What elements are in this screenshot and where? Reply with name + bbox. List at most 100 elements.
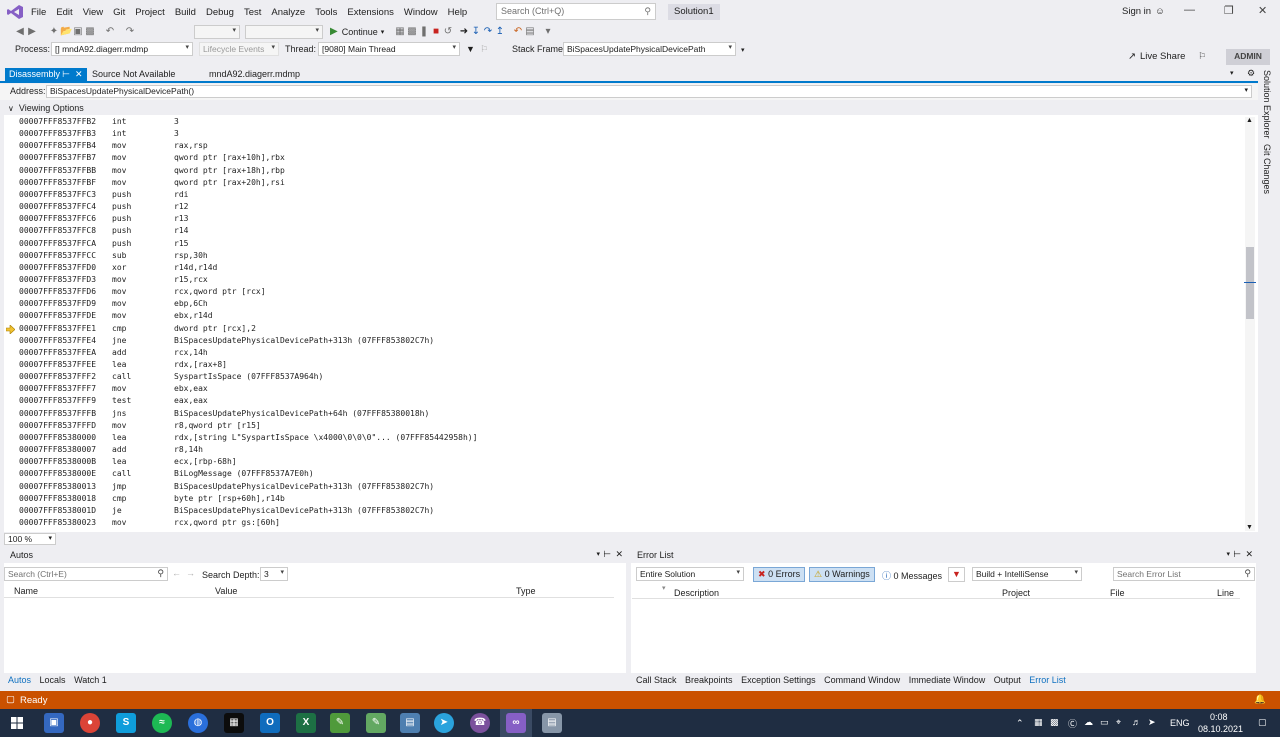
tab-source-not-available[interactable]: Source Not Available [88,68,179,82]
menu-debug[interactable]: Debug [201,7,239,18]
tab-immediate-window[interactable]: Immediate Window [909,675,986,685]
save-icon[interactable]: ▣ [72,26,84,37]
toolbar-overflow-icon[interactable]: ▾ [741,46,745,54]
photos-icon[interactable]: ▤ [400,713,420,733]
tray-expand-icon[interactable]: ⌃ [1016,718,1024,729]
menu-git[interactable]: Git [108,7,130,18]
viewing-options-toggle[interactable]: ∨ Viewing Options [8,103,84,113]
gear-icon[interactable]: ⚙ [1247,68,1255,79]
folder-icon[interactable]: ▦ [394,26,406,37]
errors-filter-button[interactable]: ✖ 0 Errors [753,567,806,582]
tab-error-list[interactable]: Error List [1029,675,1066,685]
network-app-icon[interactable]: ▤ [542,713,562,733]
menu-build[interactable]: Build [170,7,201,18]
disassembly-line[interactable]: 00007FFF8537FFF2 call SyspartIsSpace (07FF… [4,371,1244,383]
tab-command-window[interactable]: Command Window [824,675,900,685]
solution-configuration-dropdown[interactable]: ▾ [194,25,240,39]
new-project-icon[interactable]: ✦ [48,26,60,37]
arrow-right-icon[interactable]: → [186,568,195,578]
open-file-icon[interactable]: 📂 [60,26,72,37]
panel-close-icon[interactable]: ✕ [615,549,623,560]
tab-output[interactable]: Output [994,675,1021,685]
disassembly-line[interactable]: 00007FFF8537FFEA add rcx,14h [4,347,1244,359]
menu-tools[interactable]: Tools [310,7,342,18]
screenshot-icon[interactable]: ▩ [406,26,418,37]
menu-view[interactable]: View [78,7,108,18]
menu-window[interactable]: Window [399,7,443,18]
outlook-icon[interactable]: O [260,713,280,733]
scrollbar-thumb[interactable] [1246,247,1254,319]
menu-help[interactable]: Help [443,7,473,18]
disassembly-line[interactable]: 00007FFF8537FFC3 push rdi [4,189,1244,201]
search-depth-dropdown[interactable]: 3 ▾ [260,567,288,581]
disassembly-line[interactable]: 00007FFF8537FFBB mov qword ptr [rax+18h],r… [4,165,1244,177]
disassembly-line[interactable]: 00007FFF8537FFC6 push r13 [4,213,1244,225]
continue-button[interactable]: ▶ Continue ▾ [330,26,384,37]
step-into-icon[interactable]: ↧ [470,26,482,37]
disassembly-line[interactable]: 00007FFF8537FFF9 test eax,eax [4,395,1244,407]
terminal-icon[interactable]: ▦ [224,713,244,733]
build-filter-dropdown[interactable]: Build + IntelliSense ▾ [972,567,1082,581]
autos-search-input[interactable]: Search (Ctrl+E) ⚲ [4,567,168,581]
side-tab-solution-explorer[interactable]: Solution Explorer [1262,70,1272,139]
disassembly-line[interactable]: 00007FFF8537FFDE mov ebx,r14d [4,310,1244,322]
disassembly-line[interactable]: 00007FFF8537FFBF mov qword ptr [rax+20h],r… [4,177,1244,189]
pin-icon[interactable]: ⊢ [603,549,611,560]
column-name[interactable]: Name [14,586,38,596]
volume-icon[interactable]: ♬ [1132,717,1141,727]
tab-dump-file[interactable]: mndA92.diagerr.mdmp [205,68,304,82]
disassembly-line[interactable]: 00007FFF8537FFD0 xor r14d,r14d [4,262,1244,274]
disassembly-line[interactable]: 00007FFF8537FFCA push r15 [4,238,1244,250]
column-file[interactable]: File [1110,588,1125,598]
menu-extensions[interactable]: Extensions [342,7,398,18]
tab-exception-settings[interactable]: Exception Settings [741,675,816,685]
tray-grid-icon[interactable]: ▩ [1050,717,1059,728]
disassembly-line[interactable]: 00007FFF8537FFD3 mov r15,rcx [4,274,1244,286]
battery-icon[interactable]: ▭ [1100,717,1109,728]
toolbar-overflow-icon[interactable]: ▾ [542,26,554,37]
disassembly-line[interactable]: 00007FFF8538000B lea ecx,[rbp-68h] [4,456,1244,468]
browser-icon[interactable]: ◍ [188,713,208,733]
flag-threads-icon[interactable]: ⚐ [480,44,488,55]
stop-icon[interactable]: ■ [430,26,442,37]
column-type[interactable]: Type [516,586,536,596]
disassembly-line[interactable]: 00007FFF85380007 add r8,14h [4,444,1244,456]
disassembly-line[interactable]: 00007FFF8537FFB7 mov qword ptr [rax+10h],r… [4,152,1244,164]
disassembly-line[interactable]: 00007FFF85380000 lea rdx,[string L"Syspart… [4,432,1244,444]
disassembly-line[interactable]: 00007FFF8537FFC4 push r12 [4,201,1244,213]
stack-frame-dropdown[interactable]: BiSpacesUpdatePhysicalDevicePath ▾ [563,42,736,56]
pin-icon[interactable]: ⊢ [1233,549,1241,560]
panel-close-icon[interactable]: ✕ [1245,549,1253,560]
disassembly-line[interactable]: 00007FFF8537FFCC sub rsp,30h [4,250,1244,262]
sign-in-link[interactable]: Sign in ☺ [1122,6,1165,17]
disassembly-line[interactable]: 00007FFF8537FFB2 int 3 [4,116,1244,128]
side-tab-git-changes[interactable]: Git Changes [1262,144,1272,194]
editor-icon[interactable]: ✎ [330,713,350,733]
disassembly-line[interactable]: 00007FFF8537FFE4 jne BiSpacesUpdatePhysica… [4,335,1244,347]
tab-breakpoints[interactable]: Breakpoints [685,675,733,685]
spotify-icon[interactable]: ≈ [152,713,172,733]
window-position-icon[interactable]: ▾ [596,550,600,558]
disassembly-line[interactable]: 00007FFF8537FFB4 mov rax,rsp [4,140,1244,152]
restart-icon[interactable]: ↺ [442,26,454,37]
notifications-icon[interactable]: 🔔 [1254,694,1266,705]
show-next-statement-icon[interactable]: ➜ [458,26,470,37]
window-position-icon[interactable]: ▾ [1226,550,1230,558]
save-all-icon[interactable]: ▩ [84,26,96,37]
clock-date[interactable]: 08.10.2021 [1198,724,1243,734]
visual-studio-icon[interactable]: ∞ [506,713,526,733]
column-value[interactable]: Value [215,586,237,596]
tab-autos[interactable]: Autos [8,675,31,685]
error-scope-dropdown[interactable]: Entire Solution ▾ [636,567,744,581]
disassembly-line[interactable]: 00007FFF85380018 cmp byte ptr [rsp+60h],r1… [4,493,1244,505]
viber-icon[interactable]: ☎ [470,713,490,733]
tray-skype-icon[interactable]: Ⓒ [1068,717,1077,730]
arrow-left-icon[interactable]: ← [172,568,181,578]
process-dropdown[interactable]: [] mndA92.diagerr.mdmp ▾ [51,42,193,56]
clock-time[interactable]: 0:08 [1210,712,1228,722]
disassembly-line[interactable]: 00007FFF8537FFD9 mov ebp,6Ch [4,298,1244,310]
tab-watch-1[interactable]: Watch 1 [74,675,107,685]
close-icon[interactable]: ✕ [1258,4,1267,17]
tab-disassembly[interactable]: Disassembly ⊢ ✕ [5,68,87,82]
scroll-up-icon[interactable]: ▲ [1246,117,1253,124]
